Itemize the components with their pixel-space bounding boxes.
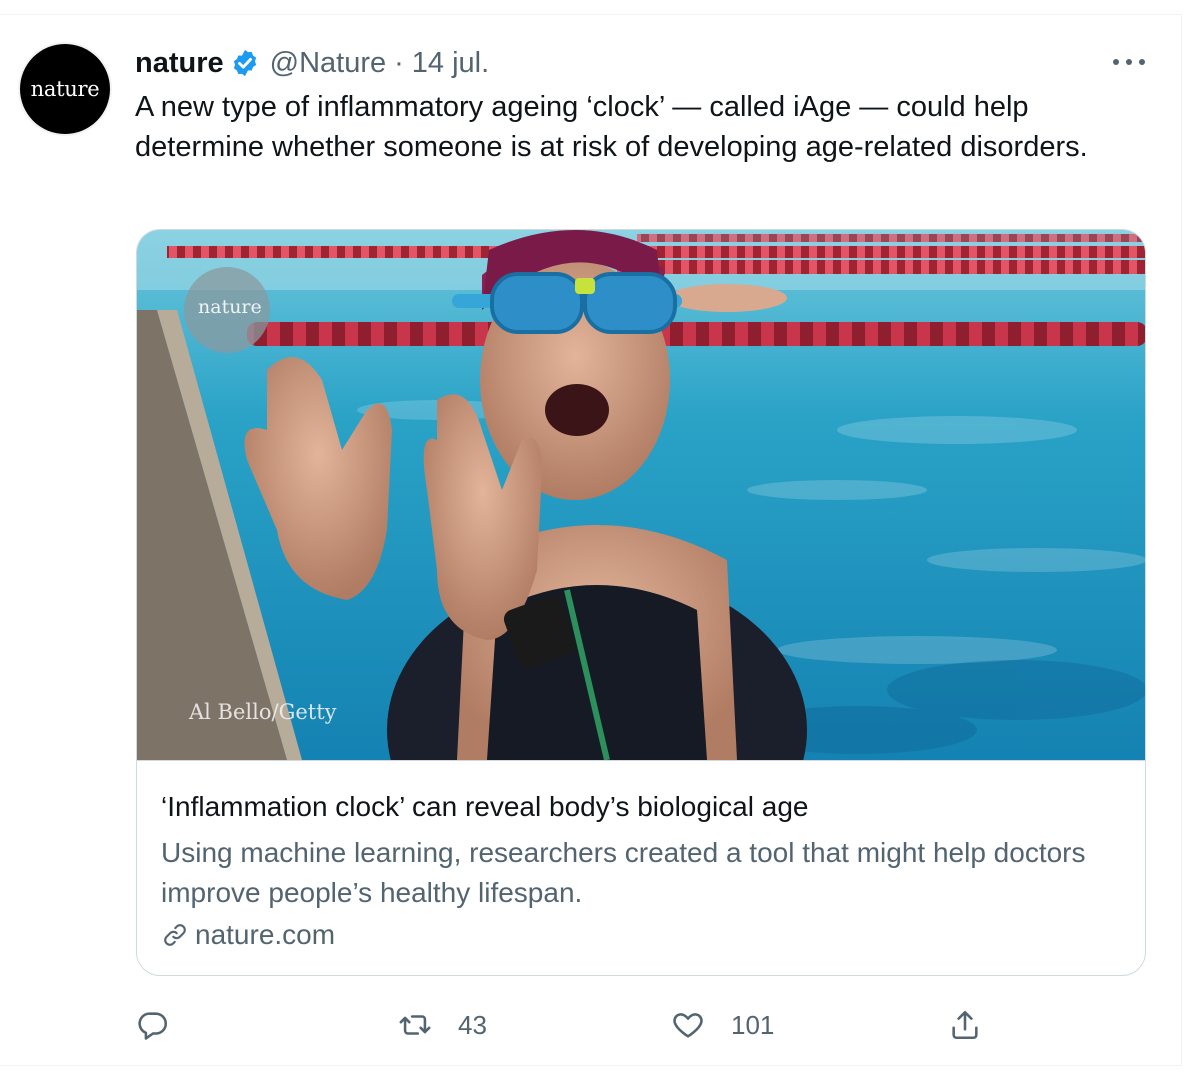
retweet-icon (399, 1015, 431, 1035)
article-photo (137, 230, 1145, 760)
meta-separator: · (394, 46, 404, 79)
reply-icon (138, 1012, 168, 1040)
link-icon (164, 924, 186, 946)
avatar-logo-text: nature (30, 77, 100, 101)
image-watermark: nature (198, 296, 262, 318)
like-button[interactable]: 101 (671, 1005, 774, 1045)
action-bar: 43 101 (136, 1005, 996, 1045)
display-name[interactable]: nature (135, 47, 224, 80)
retweet-count: 43 (458, 1009, 487, 1040)
link-card[interactable]: nature Al Bello/Getty ‘Inflammation cloc… (136, 229, 1146, 976)
handle[interactable]: @Nature (270, 47, 386, 80)
reply-button[interactable] (136, 1005, 170, 1045)
tweet[interactable]: nature nature @Nature · 14 jul. A new ty… (0, 14, 1182, 1066)
image-credit: Al Bello/Getty (189, 700, 337, 724)
share-icon (952, 1010, 978, 1040)
more-options-icon[interactable] (1113, 57, 1145, 67)
tweet-text: A new type of inflammatory ageing ‘clock… (135, 91, 1088, 163)
retweet-button[interactable]: 43 (398, 1005, 487, 1045)
like-count: 101 (731, 1009, 775, 1040)
avatar[interactable]: nature (20, 44, 110, 134)
card-title: ‘Inflammation clock’ can reveal body’s b… (161, 791, 809, 822)
verified-badge-icon (233, 49, 256, 77)
card-description: Using machine learning, researchers crea… (161, 837, 1086, 908)
card-domain: nature.com (161, 919, 335, 951)
heart-icon (673, 1013, 703, 1038)
tweet-header: nature @Nature · 14 jul. (135, 43, 489, 83)
card-domain-text: nature.com (195, 919, 336, 950)
card-text[interactable]: ‘Inflammation clock’ can reveal body’s b… (137, 760, 1145, 975)
tweet-date[interactable]: 14 jul. (412, 47, 489, 80)
share-button[interactable] (948, 1005, 982, 1045)
